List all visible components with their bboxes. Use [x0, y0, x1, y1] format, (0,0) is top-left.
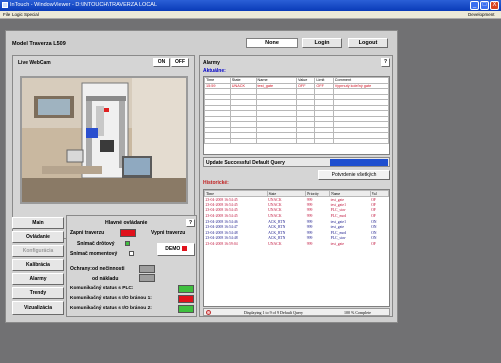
model-title: Model Traverza L509 — [12, 41, 66, 47]
history-row[interactable]: 23-04-2008 16:59:04 UNACK 999 test_gate OF — [205, 241, 389, 247]
alarm-title: Alarmy — [203, 60, 220, 66]
start-traverse-button[interactable] — [120, 229, 136, 237]
webcam-panel: Live WebCam ON OFF — [12, 55, 195, 239]
stop-traverse-label[interactable]: Vypni traverzu — [151, 230, 185, 236]
history-cell-val: OF — [371, 242, 376, 247]
maximize-button[interactable]: □ — [480, 1, 489, 10]
nav-vizualizacia-button[interactable]: Vizualizácia — [12, 301, 64, 315]
demo-indicator-icon — [181, 246, 187, 252]
history-cell-state: UNACK — [268, 242, 282, 247]
nav-main-button[interactable]: Main — [12, 217, 64, 229]
menu-logic[interactable]: Logic — [12, 12, 23, 17]
menu-bar: File Logic Special Development — [0, 11, 501, 19]
webcam-image — [20, 76, 188, 204]
menu-file[interactable]: File — [3, 12, 10, 17]
query-progress-bar — [330, 159, 388, 166]
nav-kalibracia-button[interactable]: Kalibrácia — [12, 259, 64, 271]
history-cell-name: test_gate — [330, 242, 345, 247]
main-window: Model Traverza L509 None Login Logout Li… — [5, 30, 398, 323]
io1-status-indicator — [178, 295, 194, 303]
current-user-field: None — [246, 38, 298, 48]
webcam-off-button[interactable]: OFF — [171, 58, 189, 67]
nav-ovladanie-button[interactable]: Ovládanie — [12, 231, 64, 243]
login-button[interactable]: Login — [302, 38, 342, 48]
query-status-bar: Update Successful Default Query — [203, 157, 390, 167]
confirm-all-button[interactable]: Potvrdenie všetkých — [318, 170, 390, 180]
start-traverse-label: Zapni traverzu — [70, 230, 105, 236]
demo-button[interactable]: DEMO — [157, 243, 195, 256]
query-status-text: Update Successful Default Query — [206, 160, 285, 166]
footer-complete: 100 % Complete — [344, 310, 371, 315]
alarm-help-button[interactable]: ? — [381, 58, 390, 67]
protect-idle-label: od nečinnosti — [92, 266, 125, 272]
protections-label: Ochrany: — [70, 266, 92, 272]
wire-sensor-label: Snímač drôtový — [77, 241, 115, 247]
window-titlebar: InTouch - WindowViewer - D:\INTOUCH\TRAV… — [0, 0, 501, 11]
logout-button[interactable]: Logout — [348, 38, 388, 48]
control-title: Hlavné ovládanie — [105, 220, 148, 226]
nav-trendy-button[interactable]: Trendy — [12, 287, 64, 299]
torque-sensor-label: Snímač momentový — [70, 251, 118, 257]
history-alarms-grid[interactable]: Time State Priority Name Val 23-04-2008 … — [203, 189, 390, 307]
current-alarms-label: Aktuálne: — [203, 68, 226, 74]
history-cell-priority: 999 — [306, 242, 313, 247]
io2-status-indicator — [178, 305, 194, 313]
current-alarms-grid[interactable]: Time State Name Value Limit Comment 15:5… — [203, 76, 390, 155]
webcam-title: Live WebCam — [18, 60, 51, 66]
minimize-button[interactable]: _ — [470, 1, 479, 10]
torque-sensor-checkbox[interactable] — [129, 251, 134, 256]
history-footer: Displaying 1 to 9 of 9 Default Query 100… — [203, 308, 390, 316]
nav-alarmy-button[interactable]: Alarmy — [12, 273, 64, 285]
menu-development[interactable]: Development — [468, 12, 495, 17]
protect-load-indicator — [139, 274, 155, 282]
plc-status-indicator — [178, 285, 194, 293]
protect-idle-indicator — [139, 265, 155, 273]
io2-status-label: Komunikačný status s I/O bránou 2: — [70, 306, 152, 311]
app-icon — [2, 2, 8, 8]
plc-status-label: Komunikačný status s PLC: — [70, 286, 134, 291]
control-help-button[interactable]: ? — [186, 219, 195, 227]
history-alarms-label: Historické: — [203, 180, 229, 186]
footer-displaying: Displaying 1 to 9 of 9 Default Query — [244, 310, 303, 315]
window-title: InTouch - WindowViewer - D:\INTOUCH\TRAV… — [10, 2, 158, 8]
wire-sensor-checkbox[interactable] — [125, 241, 130, 246]
status-indicator-icon — [206, 310, 211, 315]
webcam-on-button[interactable]: ON — [153, 58, 170, 67]
nav-konfiguracia-button[interactable]: Konfigurácia — [12, 245, 64, 257]
close-button[interactable]: X — [490, 1, 499, 10]
io1-status-label: Komunikačný status s I/O bránou 1: — [70, 296, 152, 301]
control-panel: Hlavné ovládanie ? Zapni traverzu Vypni … — [66, 215, 197, 317]
protect-load-label: od nákladu — [92, 276, 119, 282]
demo-label: DEMO — [165, 246, 181, 252]
history-cell-time: 23-04-2008 16:59:04 — [205, 242, 238, 247]
menu-special[interactable]: Special — [24, 12, 39, 17]
alarm-panel: Alarmy ? Aktuálne: Time State Name Value… — [199, 55, 393, 317]
